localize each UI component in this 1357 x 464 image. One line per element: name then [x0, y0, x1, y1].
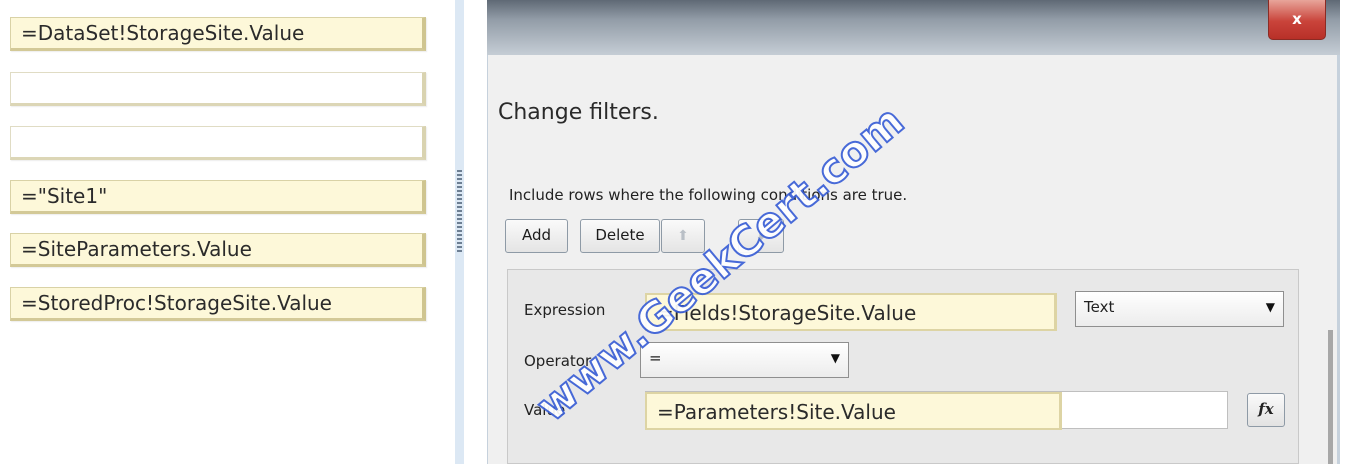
close-button[interactable]: x [1268, 0, 1326, 40]
answer-tile-siteparameters[interactable]: =SiteParameters.Value [10, 233, 426, 267]
expression-label: Expression [524, 301, 606, 319]
type-select[interactable]: Text ▼ [1075, 291, 1284, 327]
operator-select[interactable]: = ▼ [640, 342, 849, 378]
arrow-up-icon: ⬆ [677, 228, 689, 244]
dialog-titlebar: x [487, 0, 1340, 55]
chevron-down-icon: ▼ [1265, 300, 1275, 314]
type-select-value: Text [1084, 298, 1115, 316]
scrollbar-thumb[interactable] [1328, 330, 1333, 464]
answer-tile-dataset[interactable]: =DataSet!StorageSite.Value [10, 17, 426, 51]
value-field[interactable]: =Parameters!Site.Value [645, 392, 1062, 430]
close-icon: x [1292, 10, 1302, 28]
expression-builder-button[interactable]: fx [1247, 393, 1285, 427]
dialog-client-area: Change filters. Include rows where the f… [488, 55, 1337, 464]
delete-button[interactable]: Delete [580, 219, 660, 253]
splitter-grip[interactable] [457, 170, 462, 252]
answer-tile-empty-2[interactable] [10, 126, 426, 160]
answer-tile-storedproc[interactable]: =StoredProc!StorageSite.Value [10, 287, 426, 321]
answer-tile-empty-1[interactable] [10, 72, 426, 106]
add-button[interactable]: Add [505, 219, 568, 253]
dialog-heading: Change filters. [498, 100, 659, 125]
answer-tile-site1[interactable]: ="Site1" [10, 180, 426, 214]
change-filters-dialog: x Change filters. Include rows where the… [487, 0, 1340, 464]
filter-instruction: Include rows where the following conditi… [509, 186, 908, 204]
chevron-down-icon: ▼ [830, 351, 840, 365]
